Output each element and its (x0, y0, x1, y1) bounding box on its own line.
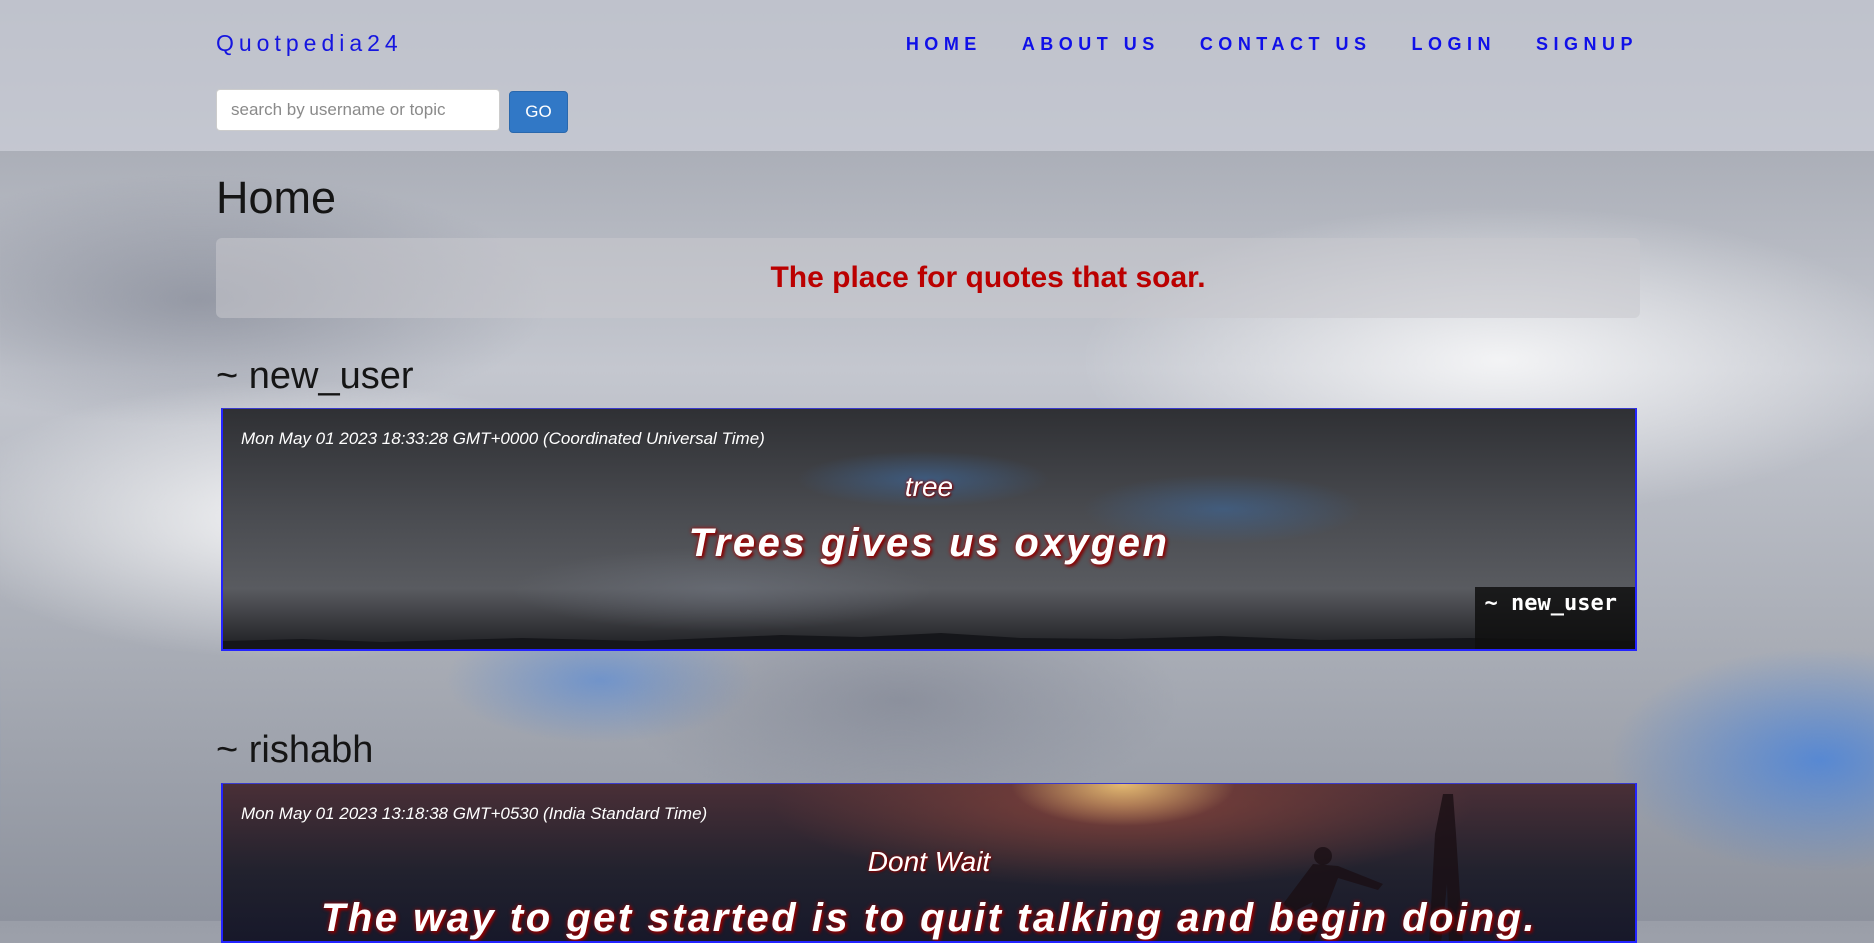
nav-signup-link[interactable]: SIGNUP (1536, 34, 1638, 55)
tagline-text: The place for quotes that soar. (770, 261, 1206, 294)
page-title: Home (216, 172, 337, 223)
nav-login-link[interactable]: LOGIN (1411, 34, 1496, 55)
nav-home-link[interactable]: HOME (906, 34, 982, 55)
quote-card[interactable]: Mon May 01 2023 18:33:28 GMT+0000 (Coord… (221, 408, 1637, 651)
search-input[interactable] (216, 89, 500, 131)
brand-logo[interactable]: Quotpedia24 (216, 30, 403, 57)
nav-contact-link[interactable]: CONTACT US (1200, 34, 1372, 55)
nav-links: HOME ABOUT US CONTACT US LOGIN SIGNUP (866, 34, 1638, 55)
quote-card[interactable]: Mon May 01 2023 13:18:38 GMT+0530 (India… (221, 783, 1637, 943)
post-quote: Trees gives us oxygen (688, 521, 1170, 565)
mountain-silhouette (223, 633, 1635, 649)
nav-about-link[interactable]: ABOUT US (1022, 34, 1160, 55)
post-author-heading[interactable]: ~ rishabh (216, 729, 373, 772)
tagline-banner: The place for quotes that soar. (216, 238, 1640, 318)
post-author: ~ new_user (1484, 591, 1617, 616)
post-author-heading[interactable]: ~ new_user (216, 355, 414, 398)
post-date: Mon May 01 2023 18:33:28 GMT+0000 (Coord… (241, 429, 765, 448)
navbar: Quotpedia24 HOME ABOUT US CONTACT US LOG… (0, 0, 1874, 151)
go-button[interactable]: GO (509, 91, 568, 133)
post-topic: Dont Wait (867, 846, 991, 877)
post-topic: tree (904, 471, 954, 502)
post-date: Mon May 01 2023 13:18:38 GMT+0530 (India… (241, 804, 708, 823)
post-quote: The way to get started is to quit talkin… (320, 896, 1538, 940)
